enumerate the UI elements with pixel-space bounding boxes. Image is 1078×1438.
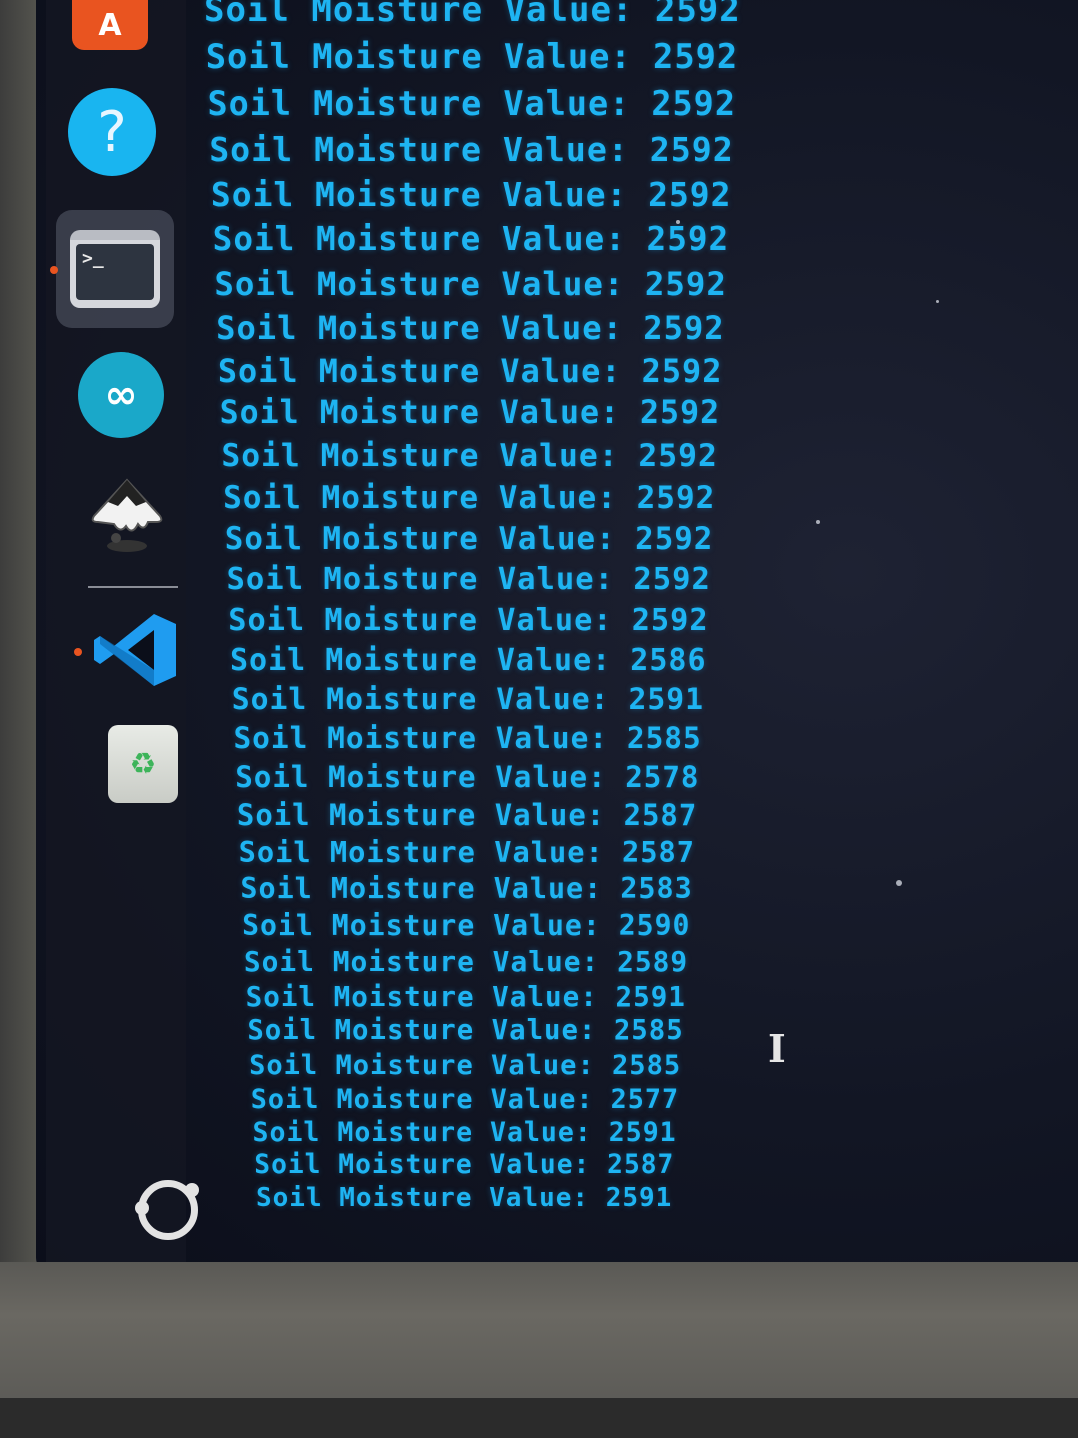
terminal-line: Soil Moisture Value: 2592 (223, 479, 716, 516)
terminal-icon-screen: >_ (76, 244, 154, 300)
dust-speck (816, 520, 820, 524)
vscode-logo (94, 614, 176, 686)
vscode-icon[interactable] (92, 610, 182, 690)
terminal-line: Soil Moisture Value: 2587 (254, 1150, 675, 1180)
inkscape-icon[interactable] (86, 476, 168, 560)
terminal-line: Soil Moisture Value: 2589 (243, 944, 689, 978)
terminal-line: Soil Moisture Value: 2587 (238, 835, 695, 869)
terminal-line: Soil Moisture Value: 2585 (233, 721, 702, 755)
inkscape-logo (91, 478, 163, 552)
terminal-line: Soil Moisture Value: 2591 (231, 682, 705, 717)
terminal-line: Soil Moisture Value: 2591 (245, 980, 686, 1013)
terminal-line: Soil Moisture Value: 2592 (207, 83, 736, 123)
text-cursor-icon: I (768, 1026, 786, 1071)
terminal-line: Soil Moisture Value: 2587 (236, 797, 698, 832)
terminal-line: Soil Moisture Value: 2578 (235, 759, 700, 794)
terminal-line: Soil Moisture Value: 2586 (230, 642, 707, 678)
terminal-line: Soil Moisture Value: 2592 (216, 308, 725, 347)
dust-speck (676, 220, 680, 224)
arduino-glyph: ∞ (104, 372, 138, 418)
terminal-line: Soil Moisture Value: 2592 (212, 220, 730, 258)
arduino-ide-icon[interactable]: ∞ (78, 352, 164, 438)
terminal-line: Soil Moisture Value: 2591 (256, 1182, 673, 1213)
help-icon[interactable]: ? (68, 88, 156, 176)
screen: A ? >_ ∞ ♻ Soil Moisture Value: 2592 Soi… (36, 0, 1078, 1272)
terminal-line: Soil Moisture Value: 2592 (219, 395, 721, 431)
terminal-line: Soil Moisture Value: 2592 (205, 37, 739, 76)
terminal-line: Soil Moisture Value: 2590 (242, 908, 691, 942)
terminal-line: Soil Moisture Value: 2592 (217, 352, 723, 390)
terminal-icon[interactable]: >_ (70, 230, 160, 308)
dust-speck (936, 300, 939, 303)
dust-speck (896, 880, 902, 886)
terminal-line: Soil Moisture Value: 2592 (214, 264, 727, 303)
terminal-line: Soil Moisture Value: 2591 (252, 1117, 677, 1148)
terminal-line: Soil Moisture Value: 2577 (250, 1083, 680, 1115)
terminal-line: Soil Moisture Value: 2592 (210, 175, 732, 214)
terminal-prompt-glyph: >_ (82, 248, 104, 269)
vscode-running-indicator (74, 648, 82, 656)
help-glyph: ? (97, 99, 127, 165)
terminal-running-indicator (50, 266, 58, 274)
terminal-line: Soil Moisture Value: 2583 (240, 872, 693, 905)
terminal-line: Soil Moisture Value: 2585 (247, 1015, 684, 1046)
trash-icon[interactable]: ♻ (108, 725, 178, 803)
terminal-line: Soil Moisture Value: 2592 (224, 521, 714, 557)
app-center-icon[interactable]: A (72, 0, 148, 50)
dock-separator (88, 586, 178, 588)
terminal-line: Soil Moisture Value: 2592 (204, 0, 741, 30)
app-center-glyph: A (98, 7, 122, 43)
terminal-output[interactable]: Soil Moisture Value: 2592 Soil Moisture V… (186, 0, 786, 1260)
terminal-line: Soil Moisture Value: 2592 (209, 129, 734, 169)
laptop-bezel-bottom (0, 1262, 1078, 1438)
recycle-glyph: ♻ (129, 746, 157, 782)
terminal-line: Soil Moisture Value: 2585 (249, 1049, 682, 1081)
ubuntu-dock: A ? >_ ∞ ♻ (46, 0, 199, 1272)
terminal-line: Soil Moisture Value: 2592 (228, 602, 709, 638)
terminal-line: Soil Moisture Value: 2592 (226, 562, 711, 597)
laptop-bezel-left (0, 0, 40, 1438)
terminal-line: Soil Moisture Value: 2592 (221, 437, 718, 474)
